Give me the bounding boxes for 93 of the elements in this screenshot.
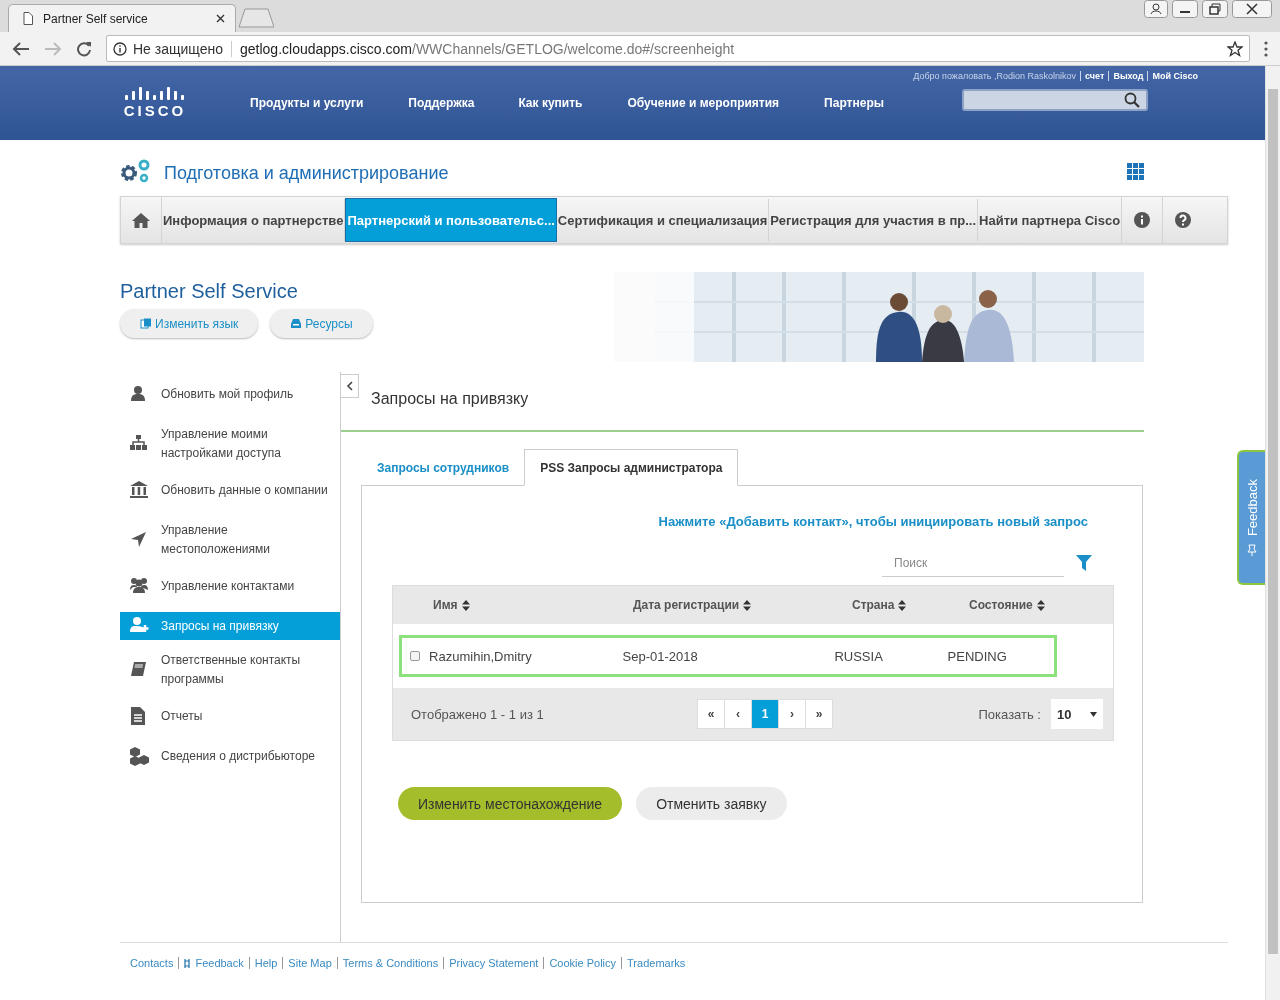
pill-button[interactable]: Изменить язык [120, 309, 259, 338]
sort-icon [743, 599, 752, 611]
sidebar-item[interactable]: Сведения о дистрибьюторе [120, 736, 340, 776]
sidebar-item[interactable]: Управление контактами [120, 566, 340, 606]
minimize-icon[interactable] [1172, 0, 1198, 18]
browser-tab[interactable]: Partner Self service [8, 4, 236, 32]
page-title: Partner Self Service [120, 280, 299, 303]
footer-link[interactable]: Privacy Statement [443, 957, 544, 969]
page-button[interactable]: » [806, 700, 832, 728]
sort-icon [898, 599, 907, 611]
account-link[interactable]: Мой Cisco [1147, 71, 1202, 81]
collapse-button[interactable] [341, 374, 359, 398]
nav-link[interactable]: Продукты и услуги [250, 96, 364, 110]
column-header[interactable]: Состояние [969, 598, 1079, 612]
restore-icon[interactable] [1202, 0, 1228, 18]
logo[interactable]: CISCO [120, 66, 190, 140]
scroll-thumb[interactable] [1268, 89, 1278, 954]
footer-link[interactable]: Site Map [282, 957, 337, 969]
pin-icon [1247, 544, 1257, 557]
column-header[interactable]: Имя [433, 598, 633, 612]
table-cell-text: PENDING [947, 648, 1008, 664]
security-label: Не защищено [133, 40, 232, 57]
section-title: Подготовка и администрирование [164, 162, 450, 184]
sort-icon [1036, 599, 1045, 611]
info-icon[interactable] [1134, 212, 1151, 228]
feedback-icon [184, 957, 191, 969]
footer-link[interactable]: Help [248, 957, 283, 969]
sidebar-item[interactable]: Обновить мой профиль [120, 374, 340, 414]
primary-button[interactable]: Изменить местонахождение [398, 787, 623, 820]
instruction-link[interactable]: Нажмите «Добавить контакт», чтобы инициировать новый запрос [362, 514, 1142, 529]
footer-link[interactable]: Trademarks [621, 957, 691, 969]
page-size-select[interactable]: 10 [1051, 699, 1103, 729]
users-icon [130, 576, 149, 596]
gears-icon [120, 157, 152, 185]
column-header[interactable]: Дата регистрации [633, 598, 852, 612]
grid-icon[interactable] [1127, 162, 1144, 180]
menu-icon[interactable] [1264, 40, 1268, 57]
tab[interactable]: Запросы сотрудников [362, 450, 525, 485]
url-text: getlog.cloudapps.cisco.com/WWChannels/GETLOG/welcome.do#/screenheight [239, 40, 736, 57]
star-icon[interactable] [1227, 40, 1243, 57]
inbox-icon [290, 318, 303, 329]
sidebar-item[interactable]: Ответственные контакты программы [120, 650, 340, 690]
page-button[interactable]: « [698, 700, 725, 728]
column-header[interactable]: Страна [852, 598, 969, 612]
checkbox[interactable] [410, 651, 420, 661]
nav-link[interactable]: Поддержка [408, 96, 475, 110]
sort-icon [461, 599, 470, 611]
tab[interactable]: PSS Запросы администратора [524, 449, 739, 486]
sidebar-item[interactable]: Отчеты [120, 696, 340, 736]
table-cell-text: RUSSIA [834, 648, 884, 664]
bank-icon [130, 480, 149, 500]
nav-link[interactable]: Партнеры [824, 96, 884, 110]
home-icon [132, 212, 150, 228]
page-heading: Запросы на привязку [371, 390, 529, 408]
search-field[interactable] [962, 89, 1148, 111]
account-link[interactable]: счет [1080, 71, 1109, 81]
footer-link[interactable]: Cookie Policy [543, 957, 622, 969]
nav-tab[interactable]: Сертификация и специализация [556, 199, 770, 241]
close-icon[interactable] [216, 14, 225, 23]
page-size-label: Показать : [978, 706, 1041, 722]
nav-tab[interactable]: Найти партнера Cisco [978, 199, 1122, 241]
table-cell-text: Razumihin,Dmitry [429, 648, 533, 664]
close-icon[interactable] [1232, 0, 1272, 18]
help-icon[interactable] [1175, 212, 1192, 228]
chevron-left-icon [346, 381, 353, 391]
user-icon[interactable] [1144, 0, 1168, 18]
welcome-text: Добро пожаловать ,Rodion Raskolnikov [913, 71, 1078, 81]
sidebar-item[interactable]: Обновить данные о компании [120, 470, 340, 510]
nav-link[interactable]: Обучение и мероприятия [627, 96, 780, 110]
page-icon [23, 12, 33, 25]
nav-tab[interactable]: Регистрация для участия в пр... [769, 199, 979, 241]
scrollbar[interactable] [1265, 66, 1280, 1000]
logo-bars-icon [125, 87, 185, 100]
filter-icon[interactable] [1076, 555, 1092, 571]
address-field[interactable]: Не защищено getlog.cloudapps.cisco.com/WWChannels/GETLOG/welcome.do#/screenheight [106, 35, 1250, 62]
page-button[interactable]: › [779, 700, 806, 728]
boxes-icon [130, 746, 149, 766]
secondary-button[interactable]: Отменить заявку [636, 787, 787, 820]
table-cell-text: Sep-01-2018 [622, 648, 699, 664]
nav-link[interactable]: Как купить [518, 96, 583, 110]
footer-link[interactable]: Contacts [130, 957, 179, 969]
back-icon[interactable] [12, 40, 30, 57]
sidebar-item[interactable]: Управление местоположениями [120, 520, 340, 560]
sidebar-item[interactable]: Управление моими настройками доступа [120, 424, 340, 464]
reload-icon[interactable] [76, 40, 92, 57]
dropdown-icon [1090, 711, 1097, 717]
footer-link[interactable]: Feedback [178, 957, 249, 969]
translate-icon [140, 318, 152, 329]
record-count: Отображено 1 - 1 из 1 [411, 706, 545, 722]
footer-link[interactable]: Terms & Conditions [336, 957, 444, 969]
account-link[interactable]: Выход [1108, 71, 1148, 81]
info-icon [113, 41, 127, 56]
search-icon[interactable] [1124, 92, 1140, 108]
